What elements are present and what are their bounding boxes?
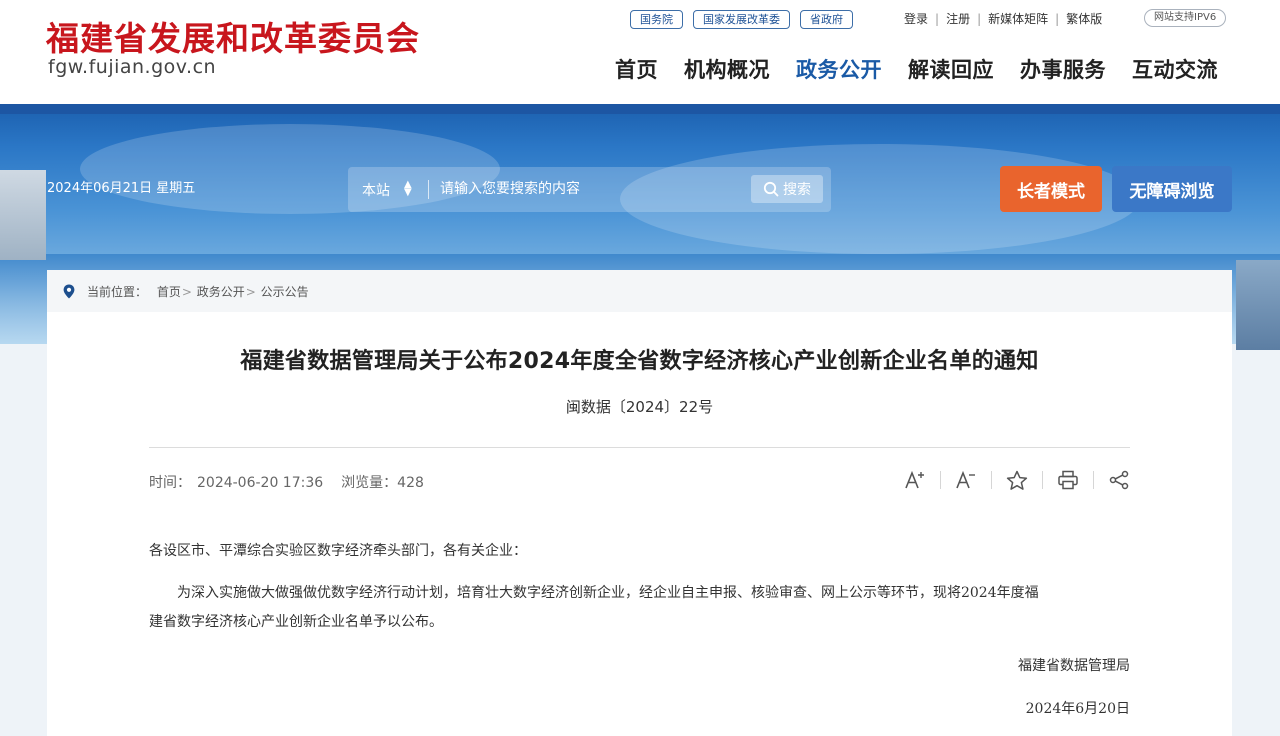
breadcrumb: 当前位置： 首页> 政务公开> 公示公告 [47,270,1232,312]
views-label: 浏览量： [341,475,398,491]
view-count: 428 [397,475,424,491]
divider: | [977,11,982,26]
body-paragraph-line-1: 为深入实施做大做强做优数字经济行动计划，培育壮大数字经济创新企业，经企业自主申报… [177,585,1039,601]
link-guowuyuan[interactable]: 国务院 [630,9,683,29]
nav-interpretation[interactable]: 解读回应 [908,54,994,84]
new-media-link[interactable]: 新媒体矩阵 [988,10,1048,27]
divider [940,471,941,489]
issue-date: 2024年6月20日 [1025,701,1130,717]
banner-stripe [0,104,1280,114]
search-button[interactable]: 搜索 [751,175,823,203]
building-decoration [0,170,46,260]
print-icon[interactable] [1055,467,1081,493]
link-province-gov[interactable]: 省政府 [800,9,853,29]
utility-links: 登录 | 注册 | 新媒体矩阵 | 繁体版 [904,10,1102,27]
divider: | [935,11,940,26]
search-icon [763,181,779,197]
search-input[interactable] [440,175,740,203]
breadcrumb-label: 当前位置： [87,285,148,299]
nav-interaction[interactable]: 互动交流 [1132,54,1218,84]
ipv6-badge: 网站支持IPV6 [1144,9,1227,27]
search-divider [428,180,429,199]
main-nav: 首页 机构概况 政务公开 解读回应 办事服务 互动交流 [615,54,1244,84]
body-paragraph-line-2: 建省数字经济核心产业创新企业名单予以公布。 [149,614,443,630]
issuer-signature: 福建省数据管理局 [1018,658,1130,674]
divider [991,471,992,489]
font-increase-icon[interactable] [902,467,928,493]
title-divider [149,447,1130,448]
site-logo[interactable]: 福建省发展和改革委员会 [46,12,420,60]
link-ndrc[interactable]: 国家发展改革委 [693,9,790,29]
breadcrumb-gov-affairs[interactable]: 政务公开 [197,285,245,299]
breadcrumb-announcements[interactable]: 公示公告 [261,285,309,299]
article-tools [902,467,1132,493]
article-card: 当前位置： 首页> 政务公开> 公示公告 福建省数据管理局关于公布2024年度全… [47,270,1232,736]
current-date: 2024年06月21日 星期五 [47,181,196,196]
article-meta: 时间： 2024-06-20 17:36 浏览量：428 [149,472,430,492]
publish-time: 2024-06-20 17:36 [197,475,324,491]
document-number: 闽数据〔2024〕22号 [565,398,714,416]
top-tag-links: 国务院 国家发展改革委 省政府 [630,9,863,29]
salutation-paragraph: 各设区市、平潭综合实验区数字经济牵头部门，各有关企业： [149,543,527,559]
login-link[interactable]: 登录 [904,10,928,27]
site-domain: fgw.fujian.gov.cn [48,56,217,78]
updown-arrow-icon[interactable]: ▲ ▼ [404,180,412,198]
article-title: 福建省数据管理局关于公布2024年度全省数字经济核心产业创新企业名单的通知 [240,349,1039,374]
breadcrumb-separator: > [181,285,192,299]
location-pin-icon [63,284,75,299]
breadcrumb-home[interactable]: 首页 [157,285,181,299]
nav-organization[interactable]: 机构概况 [684,54,770,84]
elder-mode-button[interactable]: 长者模式 [1000,166,1102,212]
accessibility-button[interactable]: 无障碍浏览 [1112,166,1232,212]
divider [1093,471,1094,489]
breadcrumb-trail: 当前位置： 首页> 政务公开> 公示公告 [87,283,309,300]
divider: | [1055,11,1060,26]
bridge-decoration [1236,260,1280,350]
divider [1042,471,1043,489]
time-label: 时间： [149,475,191,491]
search-scope-select[interactable]: 本站 [362,180,390,200]
search-button-label: 搜索 [783,182,811,198]
font-decrease-icon[interactable] [953,467,979,493]
share-icon[interactable] [1106,467,1132,493]
breadcrumb-separator: > [245,285,256,299]
traditional-chinese-link[interactable]: 繁体版 [1066,10,1102,27]
nav-gov-affairs[interactable]: 政务公开 [796,54,882,84]
register-link[interactable]: 注册 [946,10,970,27]
star-icon[interactable] [1004,467,1030,493]
search-bar: 本站 ▲▼ 搜索 [348,167,831,212]
nav-home[interactable]: 首页 [615,54,658,84]
nav-services[interactable]: 办事服务 [1020,54,1106,84]
site-header: 福建省发展和改革委员会 fgw.fujian.gov.cn 国务院 国家发展改革… [0,0,1280,104]
